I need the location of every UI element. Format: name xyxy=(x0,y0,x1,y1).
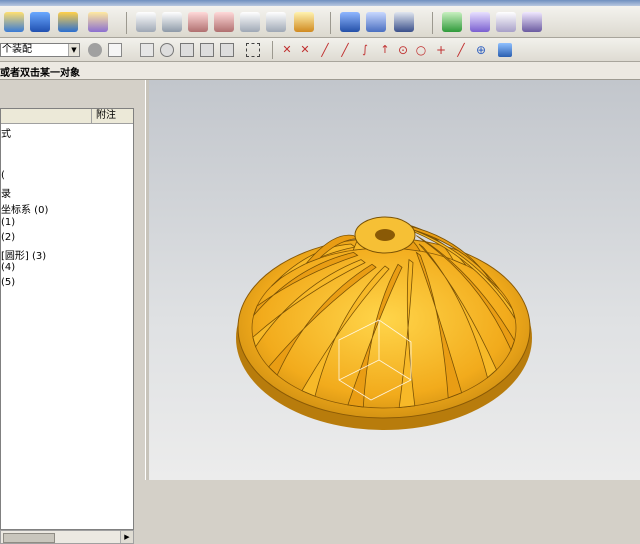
draft-icon[interactable] xyxy=(214,12,234,32)
tree-item[interactable]: 录 xyxy=(1,185,11,200)
chevron-down-icon[interactable]: ▼ xyxy=(68,44,79,56)
graphics-window[interactable] xyxy=(149,80,640,480)
gear-icon[interactable] xyxy=(88,43,102,57)
scroll-right-icon[interactable]: ▶ xyxy=(120,531,133,543)
view-icon[interactable] xyxy=(294,12,314,32)
body-icon[interactable] xyxy=(200,43,214,57)
selection-toolbar: 个装配 ▼ ✕ ✕ ╱ ╱ ∫ ↑ ⊙ ○ + ╱ ⊕ xyxy=(0,38,640,62)
cube-icon[interactable] xyxy=(498,43,512,57)
face-icon[interactable] xyxy=(180,43,194,57)
filter-icon[interactable] xyxy=(140,43,154,57)
tree-item[interactable]: (5) xyxy=(1,277,15,288)
mid-point-icon[interactable]: ✕ xyxy=(298,43,312,57)
point-icon[interactable] xyxy=(160,43,174,57)
tree-item[interactable]: 式 xyxy=(1,125,11,140)
point-on-face-icon[interactable]: ⊕ xyxy=(474,43,488,57)
existing-point-icon[interactable]: + xyxy=(434,43,448,57)
cue-line: 或者双击某一对象 xyxy=(0,62,640,80)
tree-item[interactable]: ( xyxy=(1,170,5,181)
impeller-model[interactable] xyxy=(149,80,640,480)
sweep-icon[interactable] xyxy=(58,12,78,32)
thread-icon[interactable] xyxy=(266,12,286,32)
extrude-icon[interactable] xyxy=(4,12,24,32)
analysis-icon[interactable] xyxy=(470,12,490,32)
tree-item[interactable]: (4) xyxy=(1,262,15,273)
tree-item[interactable]: (2) xyxy=(1,232,15,243)
check-icon[interactable] xyxy=(442,12,462,32)
hole-icon[interactable] xyxy=(366,12,386,32)
hub-bore xyxy=(375,229,395,241)
revolve-icon[interactable] xyxy=(30,12,50,32)
horizontal-scrollbar[interactable]: ▶ xyxy=(0,530,134,544)
shell-icon[interactable] xyxy=(240,12,260,32)
tree-item[interactable]: 坐标系 (0) xyxy=(1,201,48,216)
arc-icon[interactable]: ∫ xyxy=(358,43,372,57)
snap-icon[interactable] xyxy=(108,43,122,57)
column-attach[interactable]: 附注 xyxy=(91,109,116,123)
line-icon[interactable]: ╱ xyxy=(318,43,332,57)
cue-prompt: 或者双击某一对象 xyxy=(0,68,80,79)
select-box-icon[interactable] xyxy=(246,43,260,57)
intersection-icon[interactable]: ↑ xyxy=(378,43,392,57)
quadrant-icon[interactable]: ○ xyxy=(414,43,428,57)
cylinder-icon[interactable] xyxy=(340,12,360,32)
tree-item[interactable]: [圆形] (3) xyxy=(1,247,46,262)
point-on-curve-icon[interactable]: ╱ xyxy=(454,43,468,57)
blend-icon[interactable] xyxy=(162,12,182,32)
navigator-header: 附注 xyxy=(1,109,133,124)
curve-icon[interactable] xyxy=(220,43,234,57)
pattern-icon[interactable] xyxy=(394,12,414,32)
center-icon[interactable]: ⊙ xyxy=(396,43,410,57)
feature-icon[interactable] xyxy=(88,12,108,32)
table-icon[interactable] xyxy=(496,12,516,32)
sketch-icon[interactable] xyxy=(136,12,156,32)
assembly-filter-value: 个装配 xyxy=(2,44,32,55)
tangent-icon[interactable]: ╱ xyxy=(338,43,352,57)
main-toolbar xyxy=(0,6,640,38)
assembly-filter-select[interactable]: 个装配 ▼ xyxy=(0,43,80,57)
part-navigator: 附注 式 ( 录 坐标系 (0) (1) (2) [圆形] (3) (4) (5… xyxy=(0,80,145,544)
tree-item[interactable]: (1) xyxy=(1,217,15,228)
disk-top xyxy=(237,237,531,419)
navigator-tree-panel[interactable]: 附注 式 ( 录 坐标系 (0) (1) (2) [圆形] (3) (4) (5… xyxy=(0,108,134,530)
end-point-icon[interactable]: ✕ xyxy=(280,43,294,57)
scroll-thumb[interactable] xyxy=(3,533,55,543)
chamfer-icon[interactable] xyxy=(188,12,208,32)
coordinate-icon[interactable] xyxy=(522,12,542,32)
